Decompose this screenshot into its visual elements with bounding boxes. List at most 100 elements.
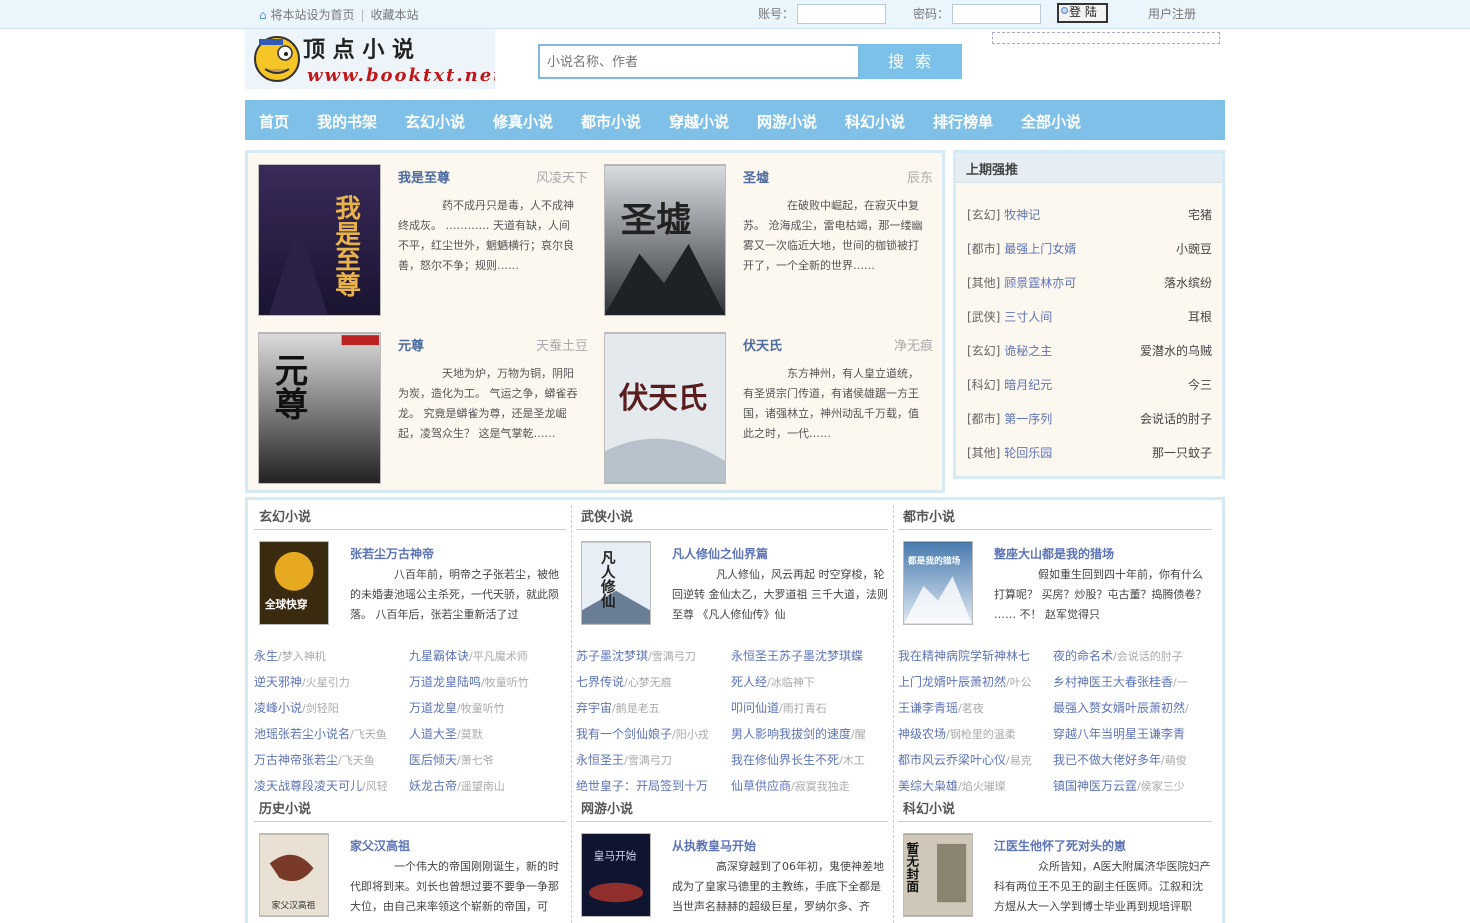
list-item[interactable]: 永恒圣王苏子墨沈梦琪蝶 bbox=[731, 647, 888, 664]
list-book[interactable]: 永恒圣王苏子墨沈梦琪蝶 bbox=[731, 649, 863, 663]
list-book[interactable]: 人道大圣 bbox=[409, 727, 457, 741]
book-cover[interactable]: 伏天氏 bbox=[604, 332, 726, 484]
nav-xuanhuan[interactable]: 玄幻小说 bbox=[405, 111, 465, 132]
list-book[interactable]: 七界传说 bbox=[576, 675, 624, 689]
list-book[interactable]: 妖龙古帝 bbox=[409, 779, 457, 793]
list-item[interactable]: 最强入赘女婿叶辰萧初然/ bbox=[1053, 699, 1210, 716]
password-input[interactable] bbox=[952, 4, 1041, 24]
search-input[interactable] bbox=[538, 44, 860, 79]
list-item[interactable]: 永生/梦入神机 bbox=[254, 647, 404, 664]
list-book[interactable]: 叩问仙道 bbox=[731, 701, 779, 715]
highlight-title[interactable]: 伏天氏 bbox=[743, 335, 782, 354]
account-input[interactable] bbox=[797, 4, 886, 24]
list-item[interactable]: 叩问仙道/雨打青石 bbox=[731, 699, 888, 716]
nav-chuanyue[interactable]: 穿越小说 bbox=[669, 111, 729, 132]
rank-book[interactable]: 第一序列 bbox=[1004, 412, 1052, 426]
list-book[interactable]: 美综大枭雄 bbox=[898, 779, 958, 793]
nav-home[interactable]: 首页 bbox=[259, 111, 289, 132]
list-book[interactable]: 镇国神医万云霆 bbox=[1053, 779, 1137, 793]
list-book[interactable]: 我已不做大佬好多年 bbox=[1053, 753, 1161, 767]
list-book[interactable]: 逆天邪神 bbox=[254, 675, 302, 689]
list-item[interactable]: 万道龙皇/牧童听竹 bbox=[409, 699, 566, 716]
set-home-link[interactable]: 将本站设为首页 bbox=[270, 8, 354, 22]
nav-ranking[interactable]: 排行榜单 bbox=[933, 111, 993, 132]
list-book[interactable]: 仙草供应商 bbox=[731, 779, 791, 793]
rank-book[interactable]: 暗月纪元 bbox=[1004, 378, 1052, 392]
rank-book[interactable]: 牧神记 bbox=[1004, 208, 1040, 222]
list-book[interactable]: 永生 bbox=[254, 649, 278, 663]
list-book[interactable]: 万古神帝张若尘 bbox=[254, 753, 338, 767]
highlight-title[interactable]: 元尊 bbox=[398, 335, 424, 354]
feature-title[interactable]: 江医生他怀了死对头的崽 bbox=[994, 837, 1126, 854]
feature-title[interactable]: 从执教皇马开始 bbox=[672, 837, 756, 854]
list-book[interactable]: 绝世皇子：开局签到十万 bbox=[576, 779, 708, 793]
login-button[interactable]: 登 陆 bbox=[1057, 3, 1108, 23]
nav-wangyou[interactable]: 网游小说 bbox=[757, 111, 817, 132]
list-item[interactable]: 我已不做大佬好多年/萌俊 bbox=[1053, 751, 1210, 768]
list-book[interactable]: 夜的命名术 bbox=[1053, 649, 1113, 663]
search-button[interactable]: 搜 索 bbox=[860, 44, 962, 79]
rank-book[interactable]: 诡秘之主 bbox=[1004, 344, 1052, 358]
list-book[interactable]: 万道龙皇 bbox=[409, 701, 457, 715]
list-item[interactable]: 都市风云乔梁叶心仪/易克 bbox=[898, 751, 1048, 768]
list-item[interactable]: 永恒圣王/雪满弓刀 bbox=[576, 751, 726, 768]
list-item[interactable]: 男人影响我拔剑的速度/醒 bbox=[731, 725, 888, 742]
feature-title[interactable]: 家父汉高祖 bbox=[350, 837, 410, 854]
book-cover[interactable]: 元尊 bbox=[258, 332, 381, 484]
list-book[interactable]: 凌峰小说 bbox=[254, 701, 302, 715]
rank-book[interactable]: 轮回乐园 bbox=[1004, 446, 1052, 460]
nav-all[interactable]: 全部小说 bbox=[1021, 111, 1081, 132]
highlight-title[interactable]: 圣墟 bbox=[743, 167, 769, 186]
nav-xiuzhen[interactable]: 修真小说 bbox=[493, 111, 553, 132]
list-item[interactable]: 万道龙皇陆鸣/牧童听竹 bbox=[409, 673, 566, 690]
list-item[interactable]: 医后倾天/萧七爷 bbox=[409, 751, 566, 768]
site-logo[interactable]: 顶 点 小 说 www.booktxt.net bbox=[245, 29, 495, 89]
list-item[interactable]: 穿越八年当明星王谦李青 bbox=[1053, 725, 1210, 742]
feature-title[interactable]: 整座大山都是我的猎场 bbox=[994, 545, 1114, 562]
list-book[interactable]: 死人经 bbox=[731, 675, 767, 689]
bookmark-link[interactable]: 收藏本站 bbox=[371, 8, 419, 22]
nav-bookshelf[interactable]: 我的书架 bbox=[317, 111, 377, 132]
list-book[interactable]: 乡村神医王大春张桂香 bbox=[1053, 675, 1173, 689]
list-item[interactable]: 我在精神病院学斩神林七 bbox=[898, 647, 1048, 664]
book-cover[interactable]: 家父汉高祖 bbox=[259, 833, 329, 917]
list-book[interactable]: 苏子墨沈梦琪 bbox=[576, 649, 648, 663]
list-book[interactable]: 凌天战尊段凌天可儿 bbox=[254, 779, 362, 793]
nav-kehuan[interactable]: 科幻小说 bbox=[845, 111, 905, 132]
register-link[interactable]: 用户注册 bbox=[1148, 5, 1196, 22]
list-item[interactable]: 弃宇宙/鹅是老五 bbox=[576, 699, 726, 716]
list-item[interactable]: 池瑶张若尘小说名/飞天鱼 bbox=[254, 725, 404, 742]
feature-title[interactable]: 凡人修仙之仙界篇 bbox=[672, 545, 768, 562]
list-book[interactable]: 永恒圣王 bbox=[576, 753, 624, 767]
list-item[interactable]: 凌天战尊段凌天可儿/风轻 bbox=[254, 777, 404, 794]
list-book[interactable]: 弃宇宙 bbox=[576, 701, 612, 715]
list-book[interactable]: 我在修仙界长生不死 bbox=[731, 753, 839, 767]
book-cover[interactable]: 全球快穿 bbox=[259, 541, 329, 625]
book-cover[interactable]: 凡人修仙 bbox=[581, 541, 651, 625]
list-book[interactable]: 都市风云乔梁叶心仪 bbox=[898, 753, 1006, 767]
nav-dushi[interactable]: 都市小说 bbox=[581, 111, 641, 132]
list-book[interactable]: 我在精神病院学斩神林七 bbox=[898, 649, 1030, 663]
list-item[interactable]: 上门龙婿叶辰萧初然/叶公 bbox=[898, 673, 1048, 690]
highlight-title[interactable]: 我是至尊 bbox=[398, 167, 450, 186]
list-item[interactable]: 万古神帝张若尘/飞天鱼 bbox=[254, 751, 404, 768]
list-item[interactable]: 夜的命名术/会说话的肘子 bbox=[1053, 647, 1210, 664]
list-item[interactable]: 妖龙古帝/遥望南山 bbox=[409, 777, 566, 794]
book-cover[interactable]: 我是至尊 bbox=[258, 164, 381, 316]
book-cover[interactable]: 暂无封面 bbox=[903, 833, 973, 917]
list-book[interactable]: 王谦李青瑶 bbox=[898, 701, 958, 715]
list-item[interactable]: 乡村神医王大春张桂香/一 bbox=[1053, 673, 1210, 690]
rank-book[interactable]: 顾景霆林亦可 bbox=[1004, 276, 1076, 290]
book-cover[interactable]: 都是我的猎场 bbox=[903, 541, 973, 625]
list-item[interactable]: 人道大圣/莫默 bbox=[409, 725, 566, 742]
list-item[interactable]: 凌峰小说/剑轻阳 bbox=[254, 699, 404, 716]
list-item[interactable]: 九星霸体诀/平凡魔术师 bbox=[409, 647, 566, 664]
list-book[interactable]: 九星霸体诀 bbox=[409, 649, 469, 663]
rank-book[interactable]: 三寸人间 bbox=[1004, 310, 1052, 324]
list-book[interactable]: 池瑶张若尘小说名 bbox=[254, 727, 350, 741]
list-book[interactable]: 医后倾天 bbox=[409, 753, 457, 767]
list-book[interactable]: 穿越八年当明星王谦李青 bbox=[1053, 727, 1185, 741]
list-item[interactable]: 美综大枭雄/焰火璀璨 bbox=[898, 777, 1048, 794]
list-item[interactable]: 镇国神医万云霆/侯家三少 bbox=[1053, 777, 1210, 794]
list-item[interactable]: 苏子墨沈梦琪/雪满弓刀 bbox=[576, 647, 726, 664]
